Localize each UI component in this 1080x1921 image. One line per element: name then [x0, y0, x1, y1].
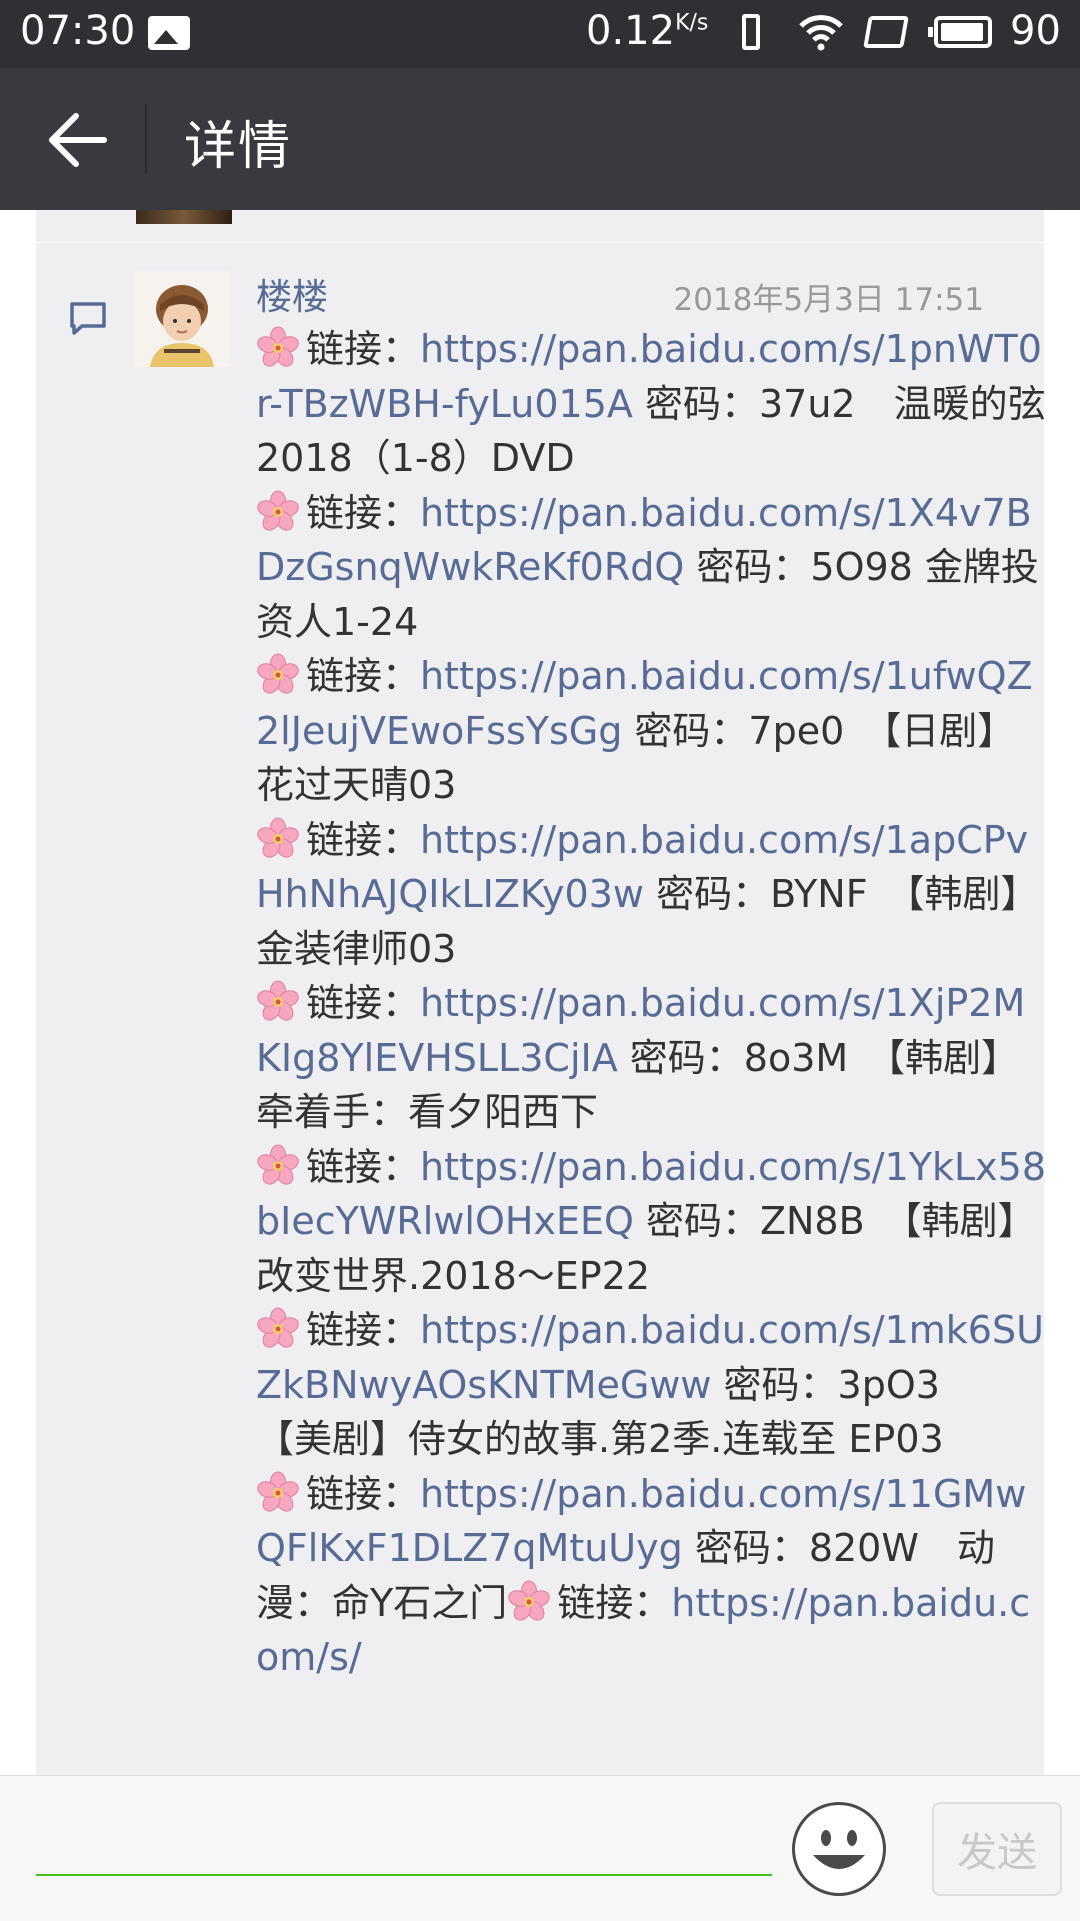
- status-bar: 07:30 0.12K/s 90: [0, 0, 1080, 68]
- network-speed: 0.12K/s: [586, 8, 708, 54]
- comment-entry: 链接：https://pan.baidu.com/s/1X4v7BDzGsnqW…: [256, 490, 1039, 644]
- link-prefix: 链接：: [306, 490, 421, 535]
- cherry-blossom-icon: [507, 1580, 551, 1624]
- image-notification-icon: [148, 16, 190, 50]
- cherry-blossom-icon: [256, 653, 300, 697]
- link-prefix: 链接：: [306, 817, 421, 862]
- vibrate-icon: [742, 14, 760, 50]
- back-button[interactable]: [30, 98, 120, 182]
- comment-timestamp: 2018年5月3日 17:51: [673, 282, 984, 318]
- avatar[interactable]: [134, 271, 230, 367]
- link-prefix: 链接：: [306, 981, 421, 1025]
- link-prefix: 链接：: [306, 654, 421, 698]
- battery-icon: [928, 16, 992, 48]
- comment-username[interactable]: 楼楼: [256, 268, 328, 320]
- reply-bar: 发送: [0, 1775, 1080, 1921]
- network-speed-unit: K/s: [675, 10, 709, 36]
- cherry-blossom-icon: [256, 980, 300, 1024]
- comment-icon: [70, 302, 106, 335]
- comment-entry: 链接：https://pan.baidu.com/s/1ufwQZ2lJeujV…: [256, 653, 1033, 807]
- cherry-blossom-icon: [256, 1144, 300, 1188]
- comment-entry: 链接：https://pan.baidu.com/s/1mk6SUZkBNwyA…: [256, 1307, 1044, 1461]
- comment-entry: 链接：https://pan.baidu.com/s/1pnWT0r-TBzWB…: [256, 326, 1046, 480]
- page-title: 详情: [184, 117, 293, 177]
- network-speed-value: 0.12: [586, 8, 676, 54]
- reply-input[interactable]: [36, 1816, 772, 1876]
- cherry-blossom-icon: [256, 1471, 300, 1515]
- comments-panel: 楼楼 2018年5月3日 17:51 链接：https://pan.baidu.…: [36, 210, 1046, 1775]
- comment-detail-area[interactable]: 楼楼 2018年5月3日 17:51 链接：https://pan.baidu.…: [0, 210, 1080, 1775]
- status-time: 07:30: [20, 8, 136, 54]
- cherry-blossom-icon: [256, 1307, 300, 1351]
- comment-entry: 链接：https://pan.baidu.com/s/1YkLx58bIecYW…: [256, 1144, 1046, 1298]
- link-prefix: 链接：: [306, 327, 421, 371]
- link-prefix: 链接：: [306, 1471, 421, 1516]
- previous-comment-avatar: [136, 210, 232, 224]
- comment-separator: [36, 242, 1044, 243]
- send-button[interactable]: 发送: [932, 1802, 1062, 1896]
- title-divider: [145, 104, 147, 174]
- comment-entry: 链接：https://pan.baidu.com/s/1XjP2MKIg8YlE…: [256, 980, 1025, 1134]
- emoji-button[interactable]: [792, 1802, 886, 1896]
- link-prefix: 链接：: [306, 1144, 421, 1189]
- smiley-face-icon: [813, 1830, 865, 1869]
- comment-body: 链接：https://pan.baidu.com/s/1pnWT0r-TBzWB…: [256, 322, 1046, 1685]
- comment-entry: 链接：https://pan.baidu.com/s/1apCPvHhNhAJQ…: [256, 817, 1039, 971]
- cherry-blossom-icon: [256, 817, 300, 861]
- wifi-icon: [799, 15, 843, 51]
- arrow-left-icon: [49, 113, 107, 167]
- sim-card-icon: [863, 16, 909, 48]
- link-prefix: 链接：: [557, 1580, 672, 1625]
- cherry-blossom-icon: [256, 490, 300, 534]
- cherry-blossom-icon: [256, 326, 300, 370]
- battery-level: 90: [1010, 8, 1061, 54]
- link-prefix: 链接：: [306, 1308, 421, 1352]
- title-bar: 详情: [0, 68, 1080, 210]
- avatar-image: [134, 271, 230, 367]
